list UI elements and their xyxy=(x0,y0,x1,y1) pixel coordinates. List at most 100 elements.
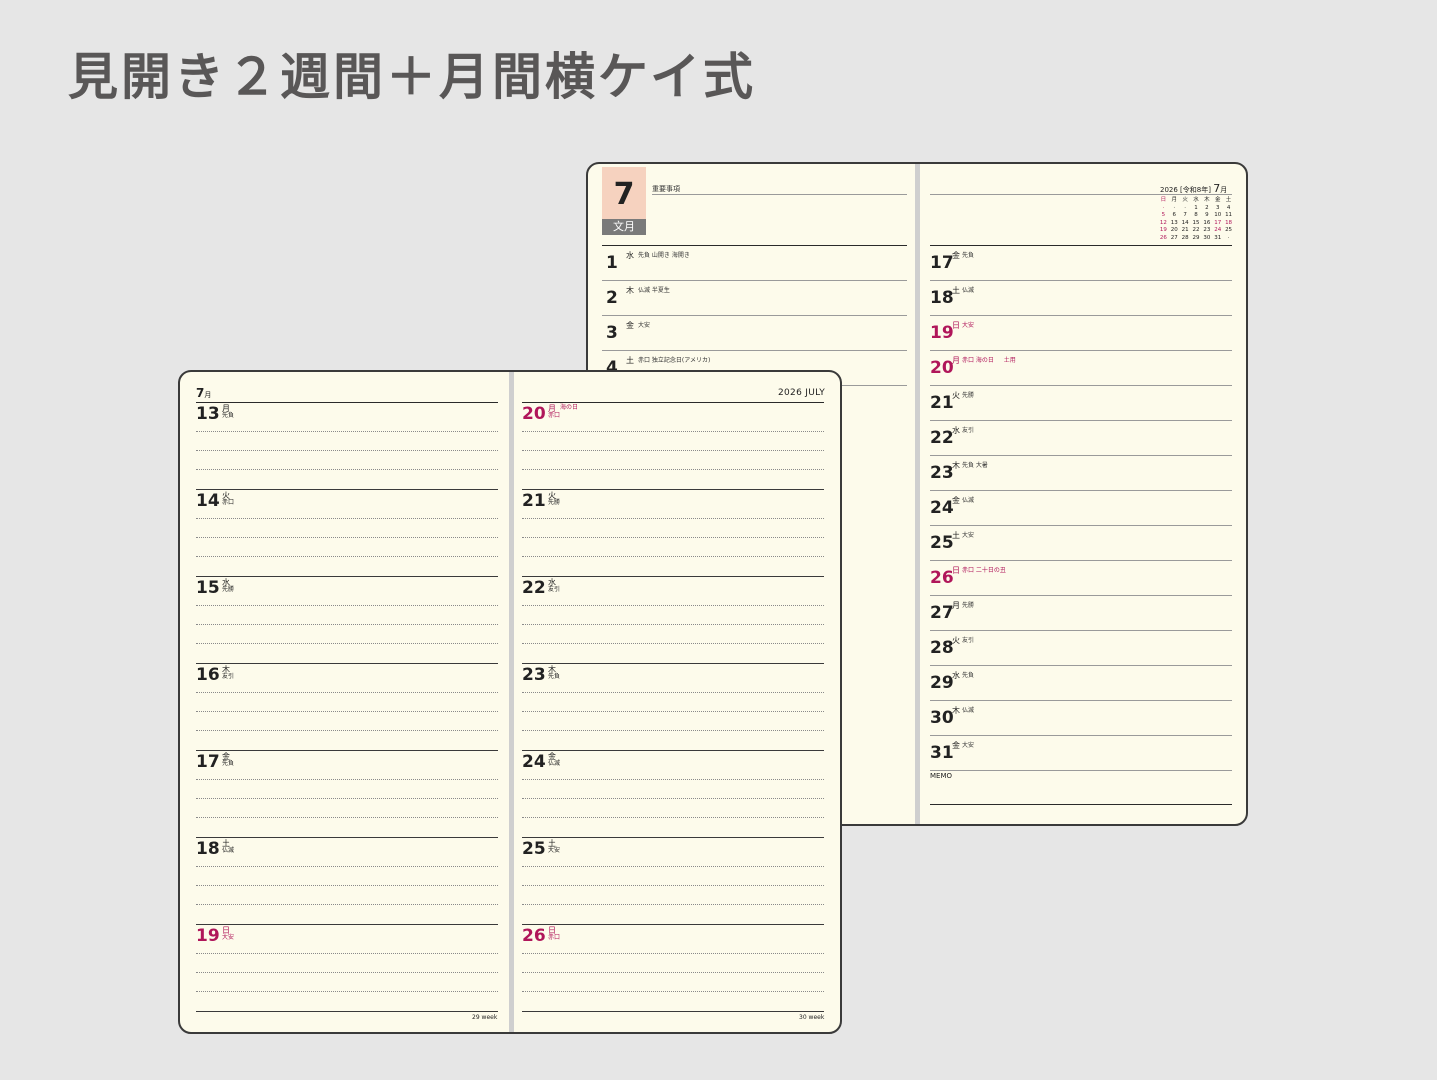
weekday: 金 xyxy=(952,741,960,750)
mini-calendar-day: 20 xyxy=(1170,227,1178,233)
day-number: 1 xyxy=(606,253,618,273)
day-note: 大安 xyxy=(638,322,651,329)
write-line xyxy=(522,556,824,557)
month-japanese-name: 文月 xyxy=(602,219,646,235)
day-note: 先勝 xyxy=(962,602,975,609)
weekday: 水 xyxy=(952,671,960,680)
weekday: 月 xyxy=(952,356,960,365)
day-line xyxy=(522,1011,824,1012)
mini-calendar-day: 4 xyxy=(1226,204,1231,211)
day-row: 29 水先負 xyxy=(926,665,1232,700)
day-note: 先勝 xyxy=(962,392,975,399)
day-row: 17 金先負 xyxy=(926,245,1232,280)
day-number: 3 xyxy=(606,323,618,343)
write-line xyxy=(522,817,824,818)
weekday: 月 xyxy=(952,601,960,610)
day-note: 赤口 海の日 土用 xyxy=(962,357,1016,364)
day-note: 友引 xyxy=(962,637,975,644)
write-line xyxy=(522,798,824,799)
day-note: 赤口 独立記念日(アメリカ) xyxy=(638,357,711,364)
gutter xyxy=(509,372,514,1032)
write-line xyxy=(196,866,498,867)
mini-calendar-day: · xyxy=(1227,234,1230,241)
write-line xyxy=(522,991,824,992)
day-number: 19 xyxy=(930,323,954,343)
mini-calendar-day: 11 xyxy=(1225,212,1233,218)
rokuyo: 赤口 xyxy=(222,499,235,506)
mini-calendar-month-suffix: 月 xyxy=(1220,186,1228,194)
day-note: 大安 xyxy=(962,532,975,539)
day-note: 先負 xyxy=(962,252,975,259)
weekday: 土 xyxy=(952,531,960,540)
page-title: 見開き２週間＋月間横ケイ式 xyxy=(68,48,756,106)
weekday: 金 xyxy=(952,251,960,260)
day-line xyxy=(930,770,1232,771)
write-line xyxy=(522,711,824,712)
mini-calendar-weekday: 月 xyxy=(1171,197,1178,203)
write-line xyxy=(196,711,498,712)
write-line xyxy=(196,779,498,780)
day-block: 15 水先勝 xyxy=(196,576,498,663)
rokuyo: 大安 xyxy=(548,847,561,854)
mini-calendar-year: 2026 [令和8年] xyxy=(1160,186,1211,194)
day-number: 15 xyxy=(196,578,220,598)
day-row: 23 木先負 大暑 xyxy=(926,455,1232,490)
mini-calendar-day: 10 xyxy=(1214,212,1222,218)
mini-calendar-day: · xyxy=(1184,204,1186,211)
day-note: 先負 xyxy=(962,672,975,679)
day-row: 26 日赤口 二十日の丑 xyxy=(926,560,1232,595)
write-line xyxy=(196,885,498,886)
write-line xyxy=(196,798,498,799)
rokuyo: 赤口 xyxy=(548,934,561,941)
write-line xyxy=(522,692,824,693)
write-line xyxy=(196,953,498,954)
gutter xyxy=(915,164,920,824)
weekday: 金 xyxy=(952,496,960,505)
day-number: 16 xyxy=(196,665,220,685)
rokuyo: 赤口 xyxy=(548,412,561,419)
mini-calendar-weekday: 土 xyxy=(1225,197,1232,203)
mini-calendar-day: 22 xyxy=(1192,227,1200,233)
weekday: 火 xyxy=(952,391,960,400)
weekday: 木 xyxy=(952,461,960,470)
mini-calendar-day: 1 xyxy=(1194,204,1198,211)
mini-calendar-day: 13 xyxy=(1170,219,1178,226)
day-note: 仏滅 半夏生 xyxy=(638,287,670,294)
day-note: 仏滅 xyxy=(962,287,975,294)
weekday: 木 xyxy=(626,286,634,295)
write-line xyxy=(522,469,824,470)
write-line xyxy=(196,904,498,905)
write-line xyxy=(196,624,498,625)
mini-calendar: 日月火水木金土 · · · 1 2 3 4 5 6 7 8 9 10 11 12 13 14 15 16 17 18 19 2… xyxy=(1158,197,1234,242)
day-row: 18 土仏滅 xyxy=(926,280,1232,315)
day-number: 18 xyxy=(930,288,954,308)
day-row: 3 金大安 xyxy=(602,315,907,350)
rokuyo: 先勝 xyxy=(222,586,235,593)
write-line xyxy=(196,556,498,557)
write-line xyxy=(522,779,824,780)
rokuyo: 友引 xyxy=(222,673,235,680)
day-row: 28 火友引 xyxy=(926,630,1232,665)
mini-calendar-day: 5 xyxy=(1161,212,1166,218)
write-line xyxy=(522,605,824,606)
day-number: 17 xyxy=(930,253,954,273)
write-line xyxy=(196,817,498,818)
notes-label: 重要事項 xyxy=(652,185,680,193)
day-row: 19 日大安 xyxy=(926,315,1232,350)
day-block: 13 月先負 xyxy=(196,402,498,489)
rokuyo: 先負 xyxy=(548,673,561,680)
weekday: 水 xyxy=(626,251,634,260)
day-number: 26 xyxy=(522,926,546,946)
day-note: 仏滅 xyxy=(962,497,975,504)
mini-calendar-weekday: 火 xyxy=(1182,197,1188,203)
day-block: 19 日大安 xyxy=(196,924,498,1011)
mini-calendar-day: 15 xyxy=(1192,219,1200,226)
weekday: 日 xyxy=(952,321,960,330)
day-row: 30 木仏滅 xyxy=(926,700,1232,735)
week-number-right: 30 week xyxy=(799,1014,825,1021)
mini-calendar-day: 26 xyxy=(1159,234,1167,241)
rokuyo: 先勝 xyxy=(548,499,561,506)
day-line xyxy=(196,1011,498,1012)
mini-calendar-day: 14 xyxy=(1181,219,1189,226)
day-row: 25 土大安 xyxy=(926,525,1232,560)
